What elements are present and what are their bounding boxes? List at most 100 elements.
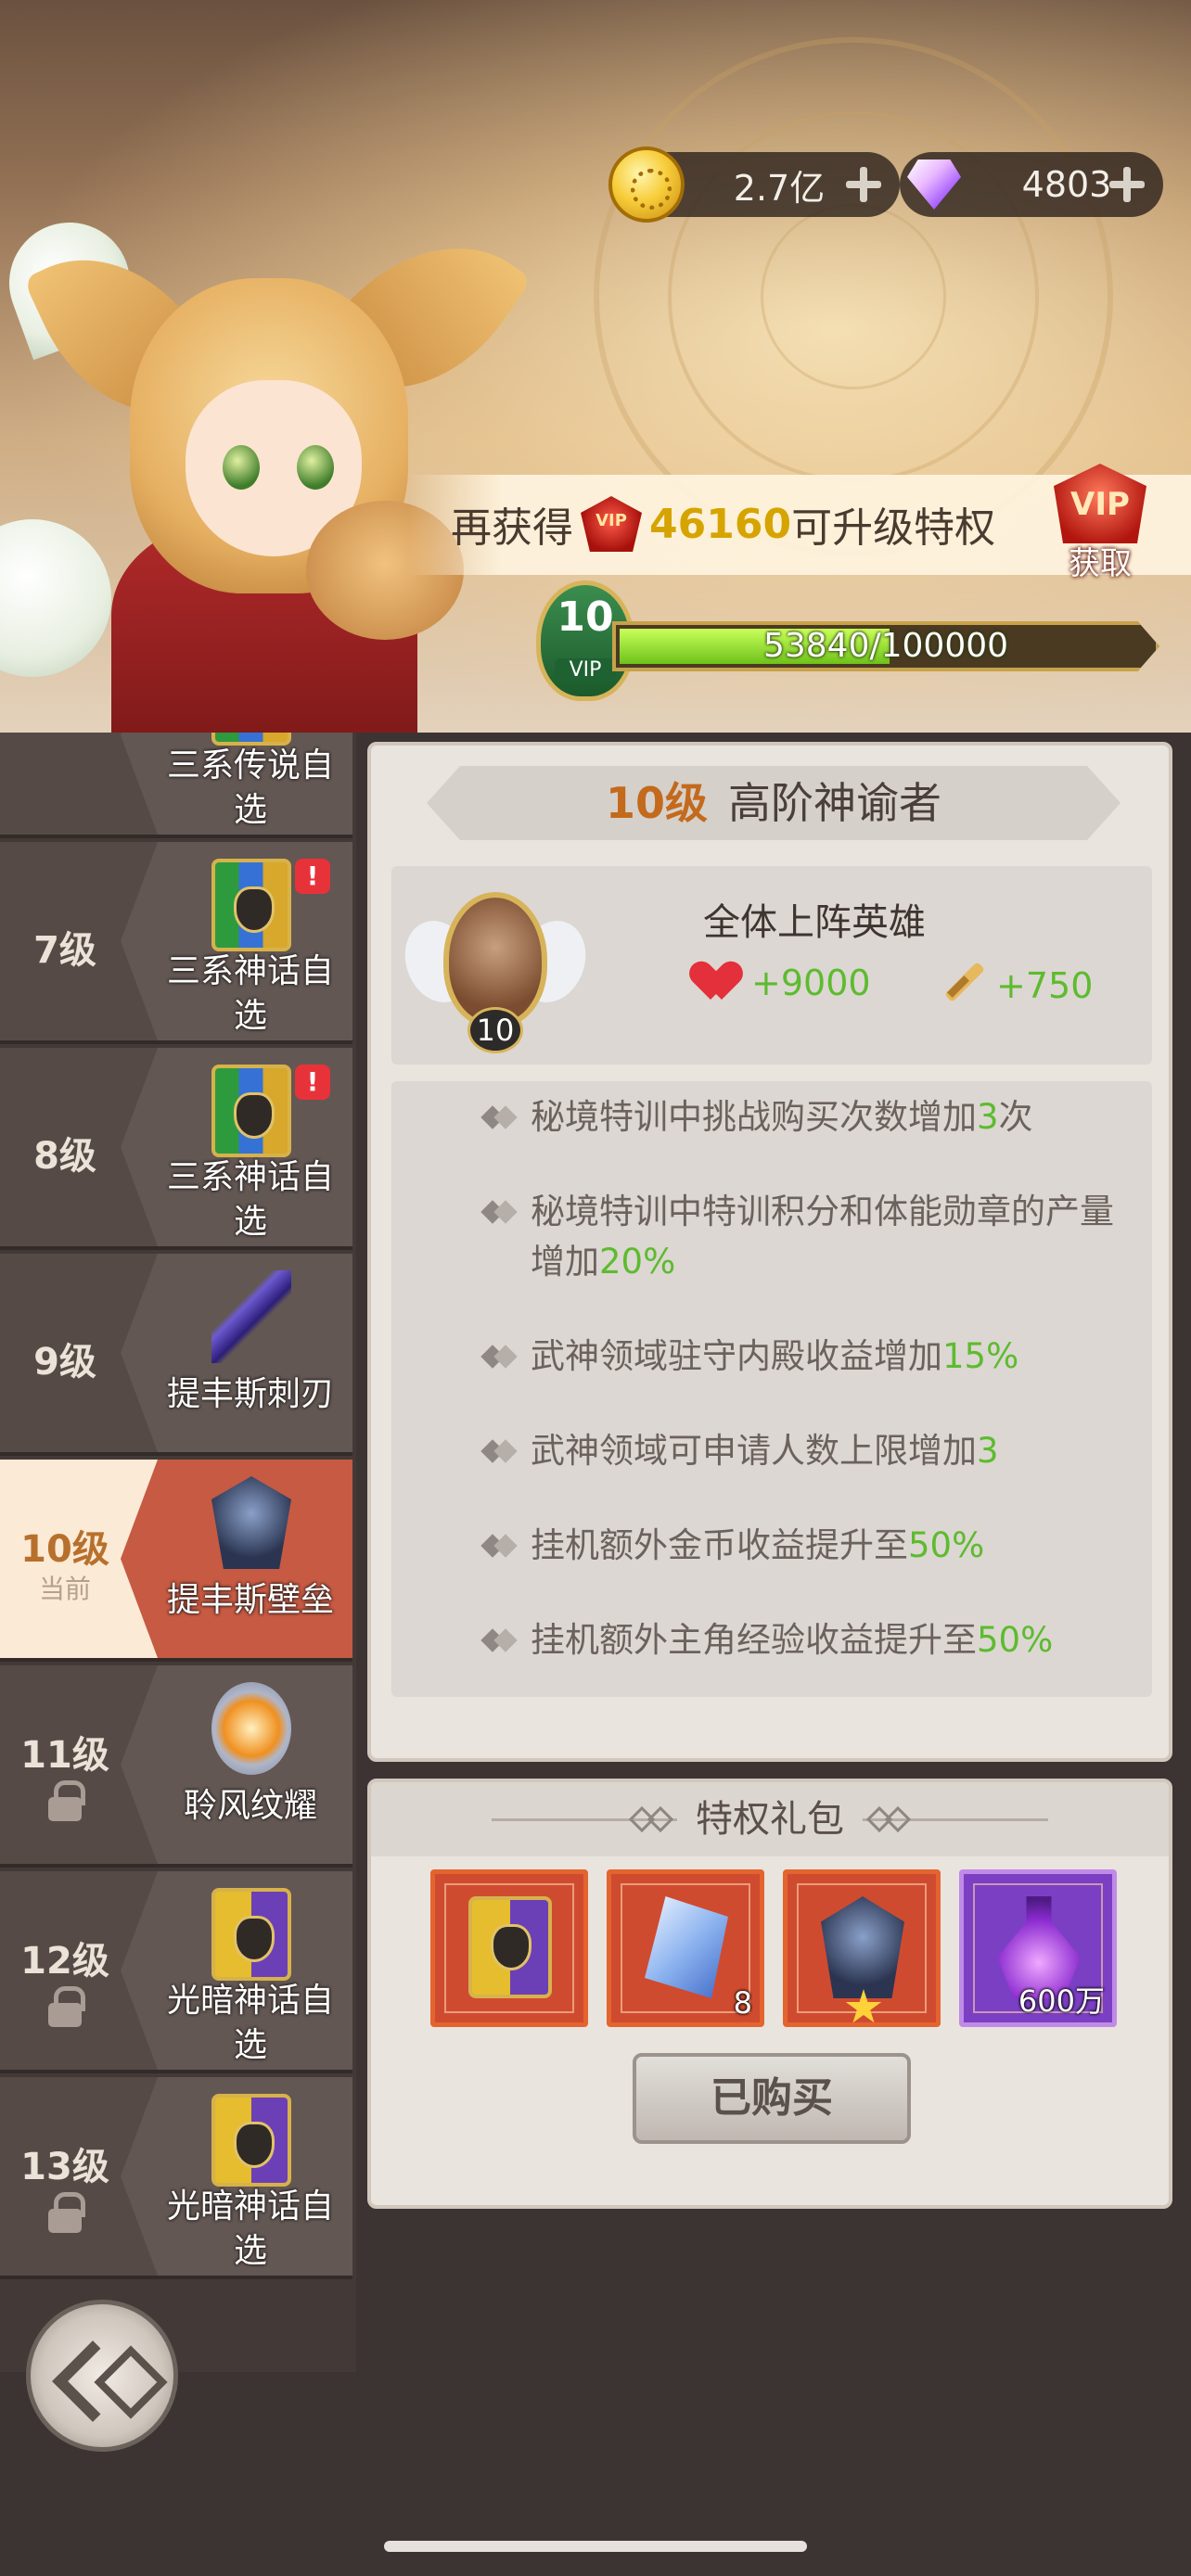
perk-value: 50% bbox=[977, 1620, 1054, 1660]
alert-badge-icon: ! bbox=[295, 859, 330, 894]
card-icon bbox=[211, 2094, 291, 2187]
level-label: 7级 bbox=[33, 929, 96, 972]
level-row[interactable]: 三系传说自选 bbox=[0, 733, 352, 838]
add-gold-plus-icon[interactable] bbox=[844, 165, 883, 204]
level-row[interactable]: 12级光暗神话自选 bbox=[0, 1871, 352, 2073]
home-indicator bbox=[384, 2541, 807, 2552]
pack-item[interactable] bbox=[783, 1869, 941, 2027]
bonus-target: 全体上阵英雄 bbox=[703, 901, 926, 944]
level-title-bar: 10级 高阶神谕者 bbox=[427, 766, 1121, 840]
perk-value: 20% bbox=[599, 1242, 676, 1282]
vip-header: 2.7亿 4803 再获得 VIP 46160 可升级特权 VIP 获取 10 … bbox=[0, 0, 1191, 733]
pack-header: 特权礼包 bbox=[371, 1782, 1169, 1856]
level-row[interactable]: 10级 当前 提丰斯壁垒 bbox=[0, 1460, 352, 1662]
perk-description: 武神领域可申请人数上限增加 bbox=[531, 1431, 977, 1471]
attack-bonus-value: +750 bbox=[996, 965, 1094, 1006]
level-detail-panel: 10级 高阶神谕者 10 全体上阵英雄 +9000 +750 秘境特训中挑战购买次… bbox=[367, 742, 1172, 1762]
reward-name: 三系神话自选 bbox=[166, 952, 334, 1035]
perk-text: 武神领域可申请人数上限增加3 bbox=[531, 1426, 1124, 1476]
level-label: 9级 bbox=[33, 1341, 96, 1384]
level-title: 10级 高阶神谕者 bbox=[427, 766, 1121, 840]
hero-eye bbox=[223, 445, 260, 490]
privilege-pack-panel: 特权礼包 8 600万 已购买 bbox=[367, 1779, 1172, 2209]
perk-item: 秘境特训中挑战购买次数增加3次 bbox=[391, 1092, 1152, 1142]
bullet-icon bbox=[484, 1196, 516, 1228]
gold-counter[interactable]: 2.7亿 bbox=[608, 147, 900, 223]
perk-text: 挂机额外金币收益提升至50% bbox=[531, 1521, 1124, 1571]
bullet-icon bbox=[484, 1435, 516, 1467]
perk-description: 挂机额外主角经验收益提升至 bbox=[531, 1620, 977, 1660]
upgrade-hint: 再获得 VIP 46160 可升级特权 bbox=[451, 495, 995, 553]
pack-item[interactable] bbox=[430, 1869, 588, 2027]
card-icon bbox=[211, 1888, 291, 1981]
vip-progress-text: 53840/100000 bbox=[762, 627, 1009, 665]
level-label: 11级 bbox=[20, 1734, 109, 1777]
hp-bonus-value: +9000 bbox=[751, 963, 871, 1003]
gold-coin-icon bbox=[608, 147, 685, 223]
oracle-emblem-icon: 10 bbox=[393, 883, 597, 1053]
vip-progress-bar: 53840/100000 bbox=[612, 621, 1159, 671]
reward-name: 光暗神话自选 bbox=[166, 1982, 334, 2064]
perk-description: 武神领域驻守内殿收益增加 bbox=[531, 1336, 942, 1376]
add-gems-plus-icon[interactable] bbox=[1108, 165, 1146, 204]
vip-points-icon: VIP bbox=[581, 496, 642, 552]
level-row-left bbox=[0, 733, 130, 835]
level-row[interactable]: 11级聆风纹耀 bbox=[0, 1665, 352, 1868]
sword-icon bbox=[941, 963, 987, 1009]
orb-icon bbox=[211, 1682, 291, 1775]
perk-text: 武神领域驻守内殿收益增加15% bbox=[531, 1332, 1124, 1382]
back-button[interactable] bbox=[26, 2300, 178, 2452]
attack-bonus: +750 bbox=[941, 963, 1093, 1009]
points-needed: 46160 bbox=[649, 500, 792, 548]
vip-tag: VIP bbox=[555, 658, 616, 682]
level-row[interactable]: 7级! 三系神话自选 bbox=[0, 842, 352, 1044]
level-label: 13级 bbox=[20, 2146, 109, 2188]
reward-name: 聆风纹耀 bbox=[183, 1787, 317, 1825]
reward-name: 提丰斯壁垒 bbox=[166, 1581, 334, 1619]
hint-suffix: 可升级特权 bbox=[791, 504, 996, 552]
level-label: 10级 bbox=[20, 1528, 109, 1571]
lock-icon bbox=[45, 1780, 85, 1821]
purchased-button[interactable]: 已购买 bbox=[633, 2053, 911, 2144]
pack-item[interactable]: 600万 bbox=[959, 1869, 1117, 2027]
obtain-vip-button[interactable]: VIP 获取 bbox=[1044, 464, 1156, 582]
hero-illustration bbox=[0, 167, 532, 733]
perk-item: 挂机额外金币收益提升至50% bbox=[391, 1521, 1152, 1571]
pack-item[interactable]: 8 bbox=[607, 1869, 764, 2027]
perk-text: 秘境特训中特训积分和体能勋章的产量增加20% bbox=[531, 1187, 1124, 1287]
bullet-icon bbox=[484, 1341, 516, 1372]
dagger-icon bbox=[211, 1270, 291, 1363]
gem-counter[interactable]: 4803 bbox=[900, 152, 1163, 217]
level-row[interactable]: 13级 光暗神话自选 bbox=[0, 2077, 352, 2279]
perk-value: 3 bbox=[977, 1097, 999, 1137]
obtain-label: 获取 bbox=[1069, 545, 1132, 582]
perk-item: 武神领域驻守内殿收益增加15% bbox=[391, 1332, 1152, 1382]
gold-value: 2.7亿 bbox=[733, 167, 826, 209]
level-row[interactable]: 8级! 三系神话自选 bbox=[0, 1048, 352, 1250]
perk-item: 挂机额外主角经验收益提升至50% bbox=[391, 1615, 1152, 1665]
diamond-icon bbox=[896, 147, 972, 223]
bullet-icon bbox=[484, 1102, 516, 1133]
perk-list[interactable]: 秘境特训中挑战购买次数增加3次 秘境特训中特训积分和体能勋章的产量增加20% 武神领… bbox=[391, 1081, 1152, 1697]
perk-unit: 次 bbox=[998, 1097, 1033, 1137]
bullet-icon bbox=[484, 1625, 516, 1656]
pack-title: 特权礼包 bbox=[696, 1798, 844, 1841]
hero-card-icon bbox=[468, 1896, 552, 1998]
perk-description: 挂机额外金币收益提升至 bbox=[531, 1525, 908, 1565]
lock-icon bbox=[45, 1986, 85, 2027]
level-label: 12级 bbox=[20, 1940, 109, 1983]
level-row[interactable]: 9级 提丰斯刺刃 bbox=[0, 1254, 352, 1456]
card-icon bbox=[211, 859, 291, 951]
bullet-icon bbox=[484, 1530, 516, 1562]
perk-value: 3 bbox=[977, 1431, 999, 1471]
lock-icon bbox=[45, 2192, 85, 2233]
perk-description: 秘境特训中挑战购买次数增加 bbox=[531, 1097, 977, 1137]
hero-bonus-card: 10 全体上阵英雄 +9000 +750 bbox=[391, 866, 1152, 1065]
alert-badge-icon: ! bbox=[295, 1065, 330, 1100]
item-count: 8 bbox=[733, 1985, 752, 2021]
perk-item: 秘境特训中特训积分和体能勋章的产量增加20% bbox=[391, 1187, 1152, 1287]
reward-name: 三系神话自选 bbox=[166, 1158, 334, 1241]
vip-level-list[interactable]: 三系传说自选 7级! 三系神话自选 8级! 三系神话自选 9级 提丰斯刺刃 10级 当前 提丰斯壁… bbox=[0, 733, 356, 2372]
heart-icon bbox=[699, 963, 746, 1003]
perk-text: 秘境特训中挑战购买次数增加3次 bbox=[531, 1092, 1124, 1142]
